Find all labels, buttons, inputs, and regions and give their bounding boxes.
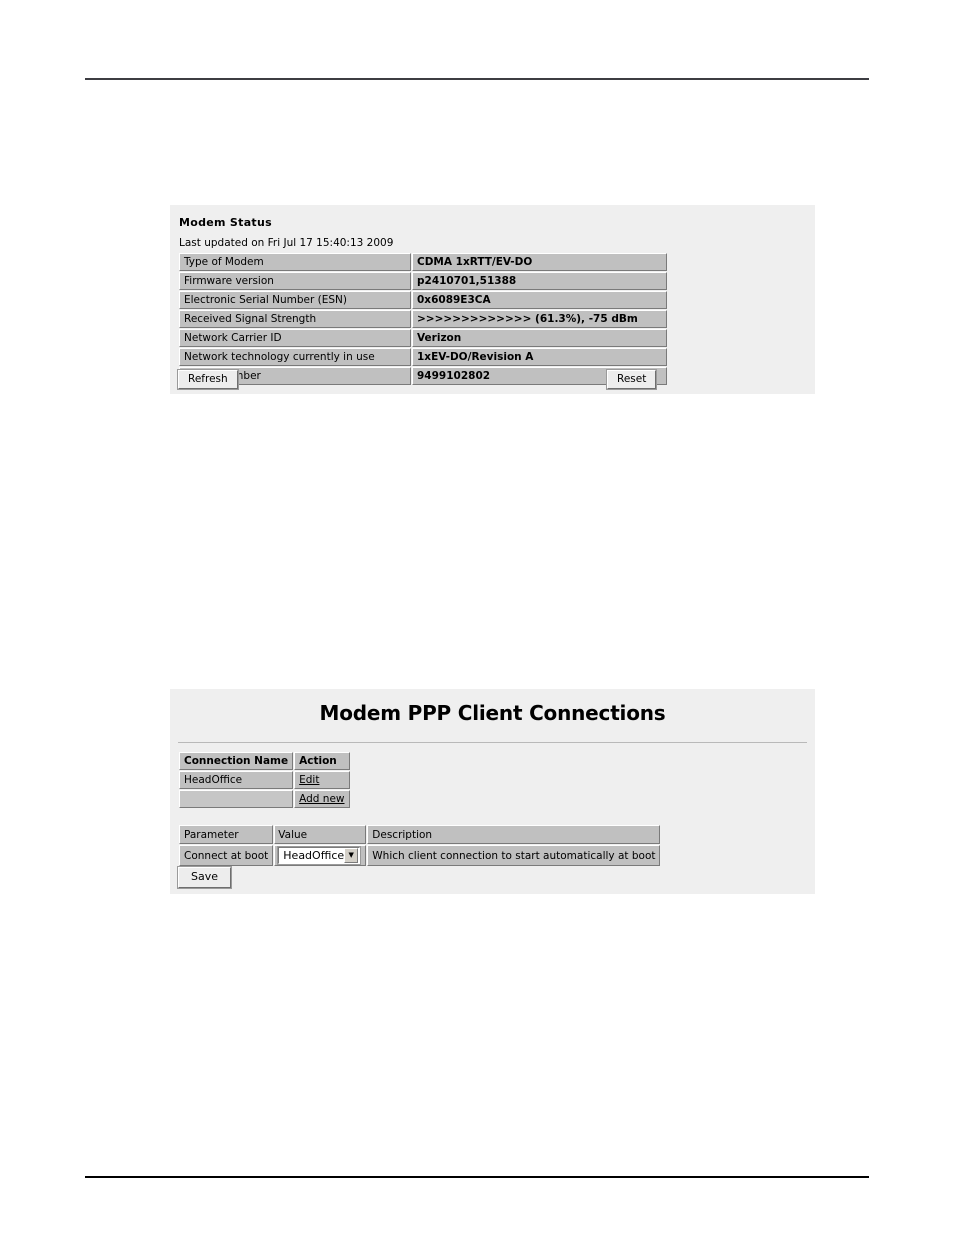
row-value: 0x6089E3CA [412,291,667,309]
add-new-link[interactable]: Add new [299,793,344,805]
table-row: Connect at boot HeadOffice ▼ Which clien… [179,845,661,866]
row-label: Electronic Serial Number (ESN) [179,291,411,309]
ppp-title-divider [178,742,807,743]
refresh-button[interactable]: Refresh [177,369,239,390]
modem-status-table: Type of Modem CDMA 1xRTT/EV-DO Firmware … [178,252,668,386]
page-header-rule [85,78,869,80]
connection-action-cell: Edit [294,771,350,789]
edit-link[interactable]: Edit [299,774,319,786]
reset-button[interactable]: Reset [605,369,658,390]
column-header-parameter: Parameter [179,825,274,844]
parameter-table: Parameter Value Description Connect at b… [178,824,661,867]
connect-at-boot-select-value: HeadOffice [283,849,345,862]
connect-at-boot-select[interactable]: HeadOffice ▼ [277,846,362,865]
row-value: 1xEV-DO/Revision A [412,348,667,366]
chevron-down-icon[interactable]: ▼ [344,848,359,863]
modem-status-last-updated: Last updated on Fri Jul 17 15:40:13 2009 [179,237,394,249]
table-row: Received Signal Strength >>>>>>>>>>>>> (… [179,310,667,328]
row-value: Verizon [412,329,667,347]
row-value: >>>>>>>>>>>>> (61.3%), -75 dBm [412,310,667,328]
ppp-client-connections-panel: Modem PPP Client Connections Connection … [170,689,815,894]
parameter-value-cell: HeadOffice ▼ [274,845,367,866]
connection-name-cell-empty [179,790,294,808]
table-row: Network technology currently in use 1xEV… [179,348,667,366]
row-label: Network technology currently in use [179,348,411,366]
row-value: CDMA 1xRTT/EV-DO [412,253,667,271]
column-header-description: Description [367,825,661,844]
table-row: Add new [179,790,350,808]
row-label: Received Signal Strength [179,310,411,328]
connections-table: Connection Name Action HeadOffice Edit A… [178,751,351,809]
row-value: p2410701,51388 [412,272,667,290]
row-label: Type of Modem [179,253,411,271]
page-footer-rule [85,1176,869,1178]
ppp-panel-title: Modem PPP Client Connections [319,701,666,725]
table-header-row: Connection Name Action [179,752,350,770]
table-row: Network Carrier ID Verizon [179,329,667,347]
table-header-row: Parameter Value Description [179,825,661,844]
row-label: Firmware version [179,272,411,290]
parameter-label-connect-at-boot: Connect at boot [179,845,274,866]
column-header-value: Value [274,825,367,844]
parameter-description: Which client connection to start automat… [367,845,661,866]
modem-status-panel: Modem Status Last updated on Fri Jul 17 … [170,205,815,394]
table-row: HeadOffice Edit [179,771,350,789]
column-header-connection-name: Connection Name [179,752,294,770]
table-row: Phone number 9499102802 [179,367,667,385]
connection-name-cell: HeadOffice [179,771,294,789]
modem-status-heading: Modem Status [179,216,272,229]
table-row: Type of Modem CDMA 1xRTT/EV-DO [179,253,667,271]
table-row: Firmware version p2410701,51388 [179,272,667,290]
connection-action-cell: Add new [294,790,350,808]
row-label: Network Carrier ID [179,329,411,347]
table-row: Electronic Serial Number (ESN) 0x6089E3C… [179,291,667,309]
column-header-action: Action [294,752,350,770]
save-button[interactable]: Save [176,866,233,889]
